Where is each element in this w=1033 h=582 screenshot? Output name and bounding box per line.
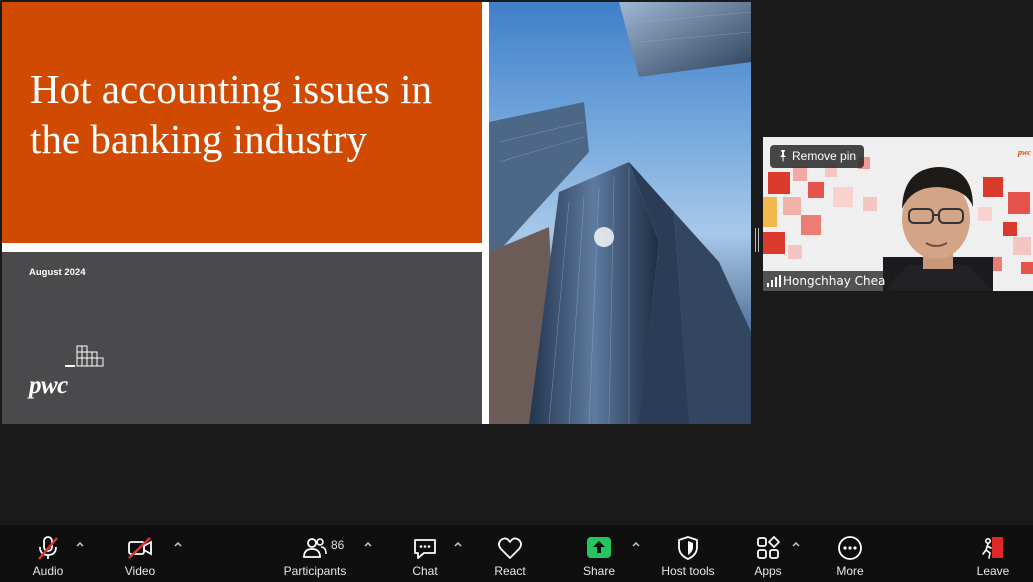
video-off-icon <box>126 534 154 562</box>
slide-left-panel: Hot accounting issues in the banking ind… <box>2 2 482 424</box>
leave-door-icon <box>979 534 1007 562</box>
slide-lower-panel: August 2024 pwc <box>2 252 482 424</box>
apps-button[interactable]: Apps <box>748 525 788 582</box>
pwc-building-icon <box>65 345 104 367</box>
audio-button[interactable]: Audio <box>22 525 74 582</box>
share-arrow-icon <box>585 534 613 562</box>
microphone-muted-icon <box>34 534 62 562</box>
participant-video-tile[interactable]: pwc Remove pin Hongchhay Chea <box>763 137 1033 291</box>
audio-options-chevron-up-icon[interactable] <box>75 539 85 549</box>
react-button[interactable]: React <box>490 525 530 582</box>
audio-label: Audio <box>32 564 64 578</box>
video-label: Video <box>124 564 156 578</box>
share-label: Share <box>582 564 616 578</box>
slide-title: Hot accounting issues in the banking ind… <box>30 66 432 162</box>
share-button[interactable]: Share <box>579 525 619 582</box>
skyscraper-image <box>489 2 751 424</box>
host-tools-button[interactable]: Host tools <box>656 525 720 582</box>
pwc-wordmark: pwc <box>29 372 68 399</box>
apps-options-chevron-up-icon[interactable] <box>791 539 801 549</box>
chat-options-chevron-up-icon[interactable] <box>453 539 463 549</box>
apps-label: Apps <box>754 564 782 578</box>
participant-name-tag: Hongchhay Chea <box>763 271 891 291</box>
participants-button[interactable]: Participants <box>280 525 350 582</box>
pin-icon <box>780 150 786 162</box>
more-button[interactable]: More <box>830 525 870 582</box>
participant-name: Hongchhay Chea <box>783 274 886 288</box>
leave-label: Leave <box>976 564 1010 578</box>
chat-label: Chat <box>412 564 438 578</box>
participants-label: Participants <box>283 564 347 578</box>
slide-date: August 2024 <box>29 267 86 278</box>
panel-resize-handle[interactable] <box>755 228 759 252</box>
chat-icon <box>411 534 439 562</box>
more-dots-icon <box>836 534 864 562</box>
meeting-toolbar: Audio Video Participants 86 Chat React S… <box>0 525 1033 582</box>
leave-button[interactable]: Leave <box>973 525 1013 582</box>
pwc-logo: pwc <box>27 344 107 404</box>
signal-icon <box>767 275 781 287</box>
skyscraper-photo <box>489 2 751 424</box>
video-button[interactable]: Video <box>114 525 166 582</box>
video-options-chevron-up-icon[interactable] <box>173 539 183 549</box>
shared-screen: Hot accounting issues in the banking ind… <box>2 2 751 424</box>
more-label: More <box>836 564 864 578</box>
participants-options-chevron-up-icon[interactable] <box>363 539 373 549</box>
react-heart-icon <box>496 534 524 562</box>
chat-button[interactable]: Chat <box>405 525 445 582</box>
remove-pin-label: Remove pin <box>792 149 857 163</box>
share-options-chevron-up-icon[interactable] <box>631 539 641 549</box>
apps-icon <box>754 534 782 562</box>
shield-icon <box>674 534 702 562</box>
participants-count: 86 <box>331 538 345 552</box>
react-label: React <box>494 564 526 578</box>
host-tools-label: Host tools <box>661 564 715 578</box>
svg-text:pwc: pwc <box>1017 148 1031 157</box>
slide-title-box: Hot accounting issues in the banking ind… <box>2 2 482 243</box>
remove-pin-button[interactable]: Remove pin <box>770 145 865 168</box>
participants-icon <box>301 534 329 562</box>
